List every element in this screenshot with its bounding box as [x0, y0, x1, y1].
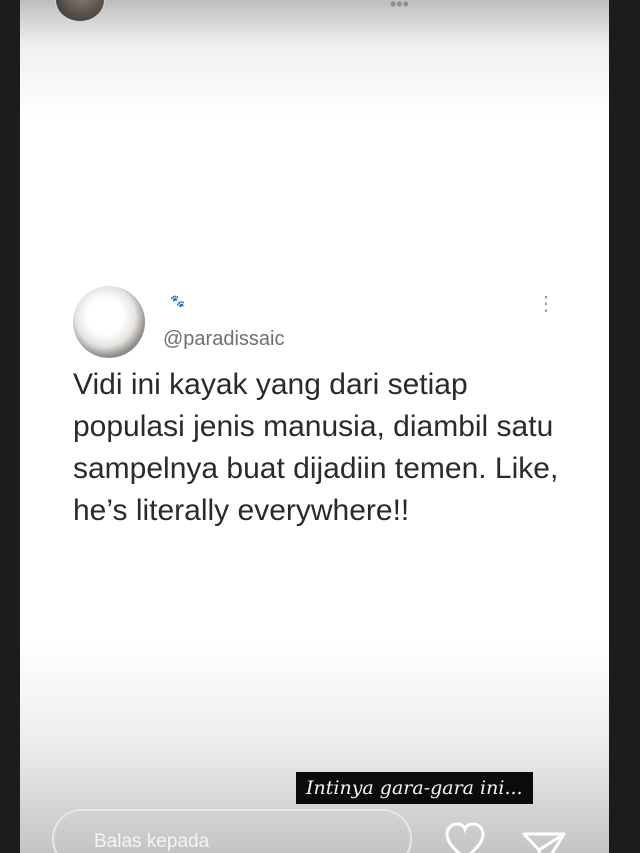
story-view: ••• 🐾 @paradissaic ⋮ Vidi ini kayak yang… — [20, 0, 609, 853]
tweet-avatar — [73, 286, 145, 358]
story-more-icon[interactable]: ••• — [390, 0, 409, 15]
story-avatar[interactable] — [55, 0, 105, 22]
tweet-card: 🐾 @paradissaic ⋮ Vidi ini kayak yang dar… — [56, 270, 586, 580]
heart-icon[interactable] — [444, 822, 486, 853]
tweet-handle: @paradissaic — [163, 328, 285, 350]
send-icon[interactable] — [521, 830, 567, 853]
tweet-name-icon: 🐾 — [170, 294, 185, 308]
story-caption: Intinya gara-gara ini... — [296, 772, 533, 804]
tweet-text: Vidi ini kayak yang dari setiap populasi… — [73, 368, 559, 527]
reply-placeholder: Balas kepada — [94, 831, 210, 852]
more-vertical-icon: ⋮ — [536, 293, 556, 315]
reply-input[interactable]: Balas kepada — [52, 809, 412, 853]
